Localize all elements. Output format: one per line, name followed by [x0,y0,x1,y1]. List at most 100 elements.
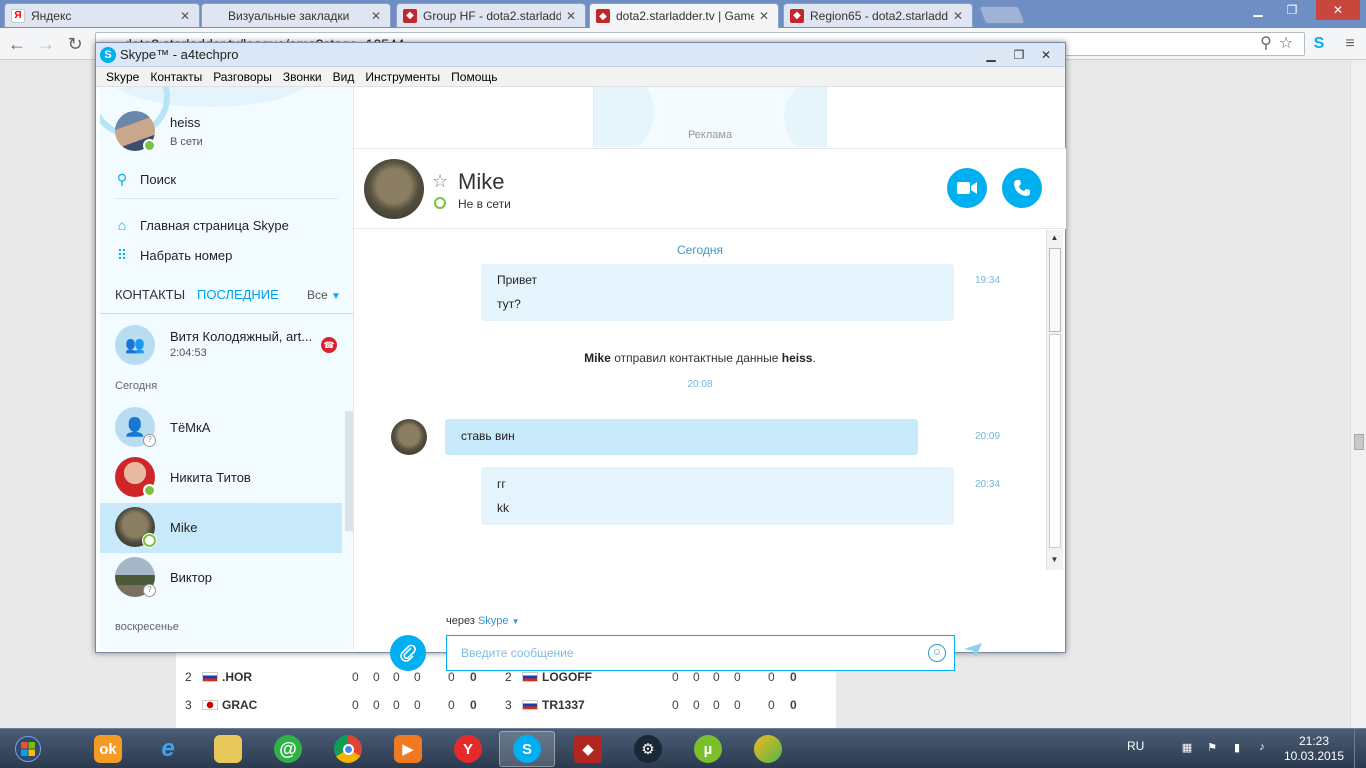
taskbar-chrome[interactable] [320,731,376,767]
windows-logo-icon [15,736,41,762]
extension-icon[interactable]: ⚲ [1256,34,1276,54]
sidebar-scrollbar[interactable] [345,411,353,531]
taskbar-steam[interactable]: ⚙ [620,731,676,767]
minimize-icon[interactable]: ▁ [978,46,1004,64]
language-indicator[interactable]: RU [1127,739,1144,753]
taskbar-game-center[interactable] [740,731,796,767]
scrollbar-thumb[interactable] [1049,334,1061,548]
tab-contacts[interactable]: КОНТАКТЫ [115,287,185,302]
contact-item-viktor[interactable]: ? Виктор [100,553,342,603]
close-icon[interactable]: ✕ [565,9,577,23]
browser-tab-region65[interactable]: ◆ Region65 - dota2.starladder ✕ [783,3,973,27]
system-clock[interactable]: 21:23 10.03.2015 [1282,734,1346,764]
signal-strength-icon[interactable]: ▮ [1230,741,1244,755]
contact-item-mike[interactable]: Mike [100,503,342,553]
video-call-button[interactable] [947,168,987,208]
contact-avatar-large[interactable] [364,159,424,219]
close-window-icon[interactable]: ✕ [1316,0,1360,20]
taskbar-media-player[interactable]: ▶ [380,731,436,767]
menu-help[interactable]: Помощь [451,70,497,84]
close-icon[interactable]: ✕ [1033,46,1059,64]
tray-alert-icon[interactable]: ⚑ [1205,741,1219,755]
dial-label: Набрать номер [140,248,233,263]
taskbar-skype[interactable]: S [499,731,555,767]
taskbar-odnoklassniki[interactable]: ok [80,731,136,767]
scrollbar-thumb[interactable] [1354,434,1364,450]
close-icon[interactable]: ✕ [179,9,191,23]
close-icon[interactable]: ✕ [758,9,770,23]
taskbar-mail-agent[interactable]: @ [260,731,316,767]
browser-tab-group-hf[interactable]: ◆ Group HF - dota2.starladder ✕ [396,3,586,27]
bookmark-star-icon[interactable]: ☆ [1276,34,1296,54]
menu-contacts[interactable]: Контакты [150,70,202,84]
volume-icon[interactable]: ♪ [1255,741,1269,755]
message-bubble-outgoing[interactable]: гг kk [481,467,954,525]
profile-name[interactable]: heiss [170,115,200,130]
sender-avatar[interactable] [391,419,427,455]
send-via-selector[interactable]: через Skype ▼ [446,615,520,627]
menu-calls[interactable]: Звонки [283,70,322,84]
scroll-up-arrow-icon[interactable]: ▲ [1047,230,1062,245]
emoticon-icon[interactable]: ☺ [928,644,946,662]
forward-arrow-icon[interactable]: → [35,33,57,55]
message-bubble-outgoing[interactable]: Привет тут? [481,264,954,321]
scroll-down-arrow-icon[interactable]: ▼ [1047,552,1062,567]
message-input[interactable] [446,635,955,671]
browser-tab-starladder[interactable]: ◆ dota2.starladder.tv | Game ✕ [589,3,779,28]
team-name[interactable]: GRAC [222,698,257,712]
team-name[interactable]: LOGOFF [542,670,592,684]
message-list[interactable]: Сегодня Привет тут? 19:34 Mike отправил … [354,230,1046,575]
attach-button[interactable] [390,635,426,671]
menu-conversations[interactable]: Разговоры [213,70,272,84]
message-bubble-incoming[interactable]: ставь вин [445,419,918,455]
browser-tab-yandex[interactable]: Я Яндекс ✕ [4,3,200,27]
ad-banner[interactable]: Реклама [593,87,827,147]
system-message-sender[interactable]: Mike [584,351,611,365]
via-link[interactable]: Skype [478,615,509,627]
show-desktop-button[interactable] [1354,729,1366,768]
taskbar-yandex-browser[interactable]: Y [440,731,496,767]
taskbar-explorer[interactable] [200,731,256,767]
team-name[interactable]: .HOR [222,670,252,684]
back-arrow-icon[interactable]: ← [6,33,28,55]
filter-dropdown[interactable]: Все ▼ [307,288,341,302]
taskbar-internet-explorer[interactable]: e [140,731,196,767]
skype-titlebar[interactable]: S Skype™ - a4techpro ▁ ❐ ✕ [96,43,1065,67]
contact-item-nikita[interactable]: Никита Титов [100,453,342,503]
taskbar-dota2[interactable]: ◆ [560,731,616,767]
start-button[interactable] [8,731,48,767]
send-button[interactable] [964,643,984,663]
team-name[interactable]: TR1337 [542,698,585,712]
skype-home-link[interactable]: ⌂ Главная страница Skype [114,217,289,233]
menu-tools[interactable]: Инструменты [365,70,440,84]
tab-recent[interactable]: ПОСЛЕДНИЕ [197,287,279,302]
recent-group-call[interactable]: 👥 Витя Колодяжный, art... 2:04:53 ☎ [100,317,342,367]
page-scrollbar[interactable] [1350,60,1366,728]
close-icon[interactable]: ✕ [370,9,382,23]
menu-icon[interactable]: ≡ [1340,34,1360,54]
restore-icon[interactable]: ❐ [1006,46,1032,64]
score: 0 [768,698,775,712]
reload-icon[interactable]: ↻ [64,33,86,55]
system-message-contact[interactable]: heiss [782,351,813,365]
profile-status[interactable]: В сети [170,136,203,148]
chat-scrollbar[interactable]: ▲ ▼ [1046,230,1063,570]
browser-tab-bookmarks[interactable]: Визуальные закладки ✕ [201,3,391,27]
taskbar-utorrent[interactable]: µ [680,731,736,767]
hangup-icon[interactable]: ☎ [321,337,337,353]
close-icon[interactable]: ✕ [952,9,964,23]
contact-item-temka[interactable]: 👤 ? ТёМкА [100,403,342,453]
network-adapter-icon[interactable]: ▦ [1180,741,1194,755]
dial-number-link[interactable]: ⠿ Набрать номер [114,247,233,264]
scrollbar-track-segment[interactable] [1049,248,1061,332]
new-tab-button[interactable] [978,6,1026,24]
skype-extension-icon[interactable]: S [1309,34,1329,54]
maximize-icon[interactable]: ❐ [1277,0,1307,20]
chat-contact-name[interactable]: Mike [458,169,504,195]
menu-skype[interactable]: Skype [106,70,139,84]
menu-view[interactable]: Вид [333,70,355,84]
audio-call-button[interactable] [1002,168,1042,208]
favorite-star-icon[interactable]: ☆ [432,171,448,192]
search-link[interactable]: ⚲ Поиск [114,171,176,188]
minimize-icon[interactable]: ▁ [1243,0,1273,20]
